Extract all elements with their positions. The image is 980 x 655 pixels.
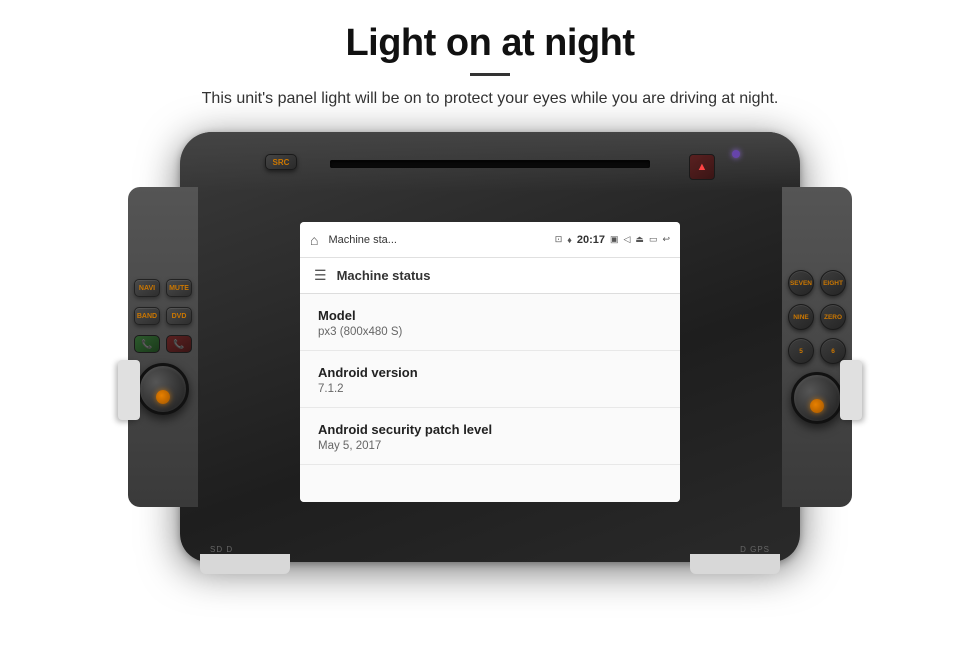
page-container: Light on at night This unit's panel ligh…	[0, 0, 980, 655]
message-icon: ⊡	[555, 234, 563, 245]
android-version-row: Android version 7.1.2	[300, 351, 680, 408]
eject-icon: ⏏	[635, 234, 644, 245]
android-version-value: 7.1.2	[318, 383, 662, 395]
phone-row: 📞 📞	[134, 335, 192, 353]
bracket-bottom-left	[200, 554, 290, 574]
back-icon[interactable]: ↩	[662, 234, 670, 245]
title-divider	[470, 73, 510, 76]
status-time: 20:17	[577, 234, 605, 246]
phone-hang-icon: 📞	[173, 339, 184, 350]
bottom-labels: SD D D GPS	[180, 545, 800, 554]
page-title: Light on at night	[345, 22, 634, 65]
app-header-title: Machine status	[337, 268, 431, 283]
seven-eight-row: SEVEN EIGHT	[788, 270, 846, 296]
statusbar-title: Machine sta...	[328, 234, 548, 246]
bottom-label-right: D GPS	[740, 545, 770, 554]
mute-button[interactable]: MUTE	[166, 279, 192, 297]
navi-button[interactable]: NAVI	[134, 279, 160, 297]
navi-mute-row: NAVI MUTE	[134, 279, 192, 297]
android-statusbar: ⌂ Machine sta... ⊡ ♦ 20:17 ▣ ◁ ⏏ ▭ ↩	[300, 222, 680, 258]
src-button[interactable]: SRC	[265, 154, 297, 170]
android-version-label: Android version	[318, 365, 662, 380]
android-content: Model px3 (800x480 S) Android version 7.…	[300, 294, 680, 502]
led-indicator	[732, 150, 740, 158]
zero-button[interactable]: ZERO	[820, 304, 846, 330]
left-panel: NAVI MUTE BAND DVD 📞 📞	[128, 187, 198, 507]
band-button[interactable]: BAND	[134, 307, 160, 325]
phone-answer-icon: 📞	[141, 339, 152, 350]
security-patch-value: May 5, 2017	[318, 440, 662, 452]
nine-button[interactable]: NINE	[788, 304, 814, 330]
screen-icon: ▭	[649, 234, 658, 245]
seven-button[interactable]: SEVEN	[788, 270, 814, 296]
home-icon[interactable]: ⌂	[310, 232, 318, 248]
phone-hang-button[interactable]: 📞	[166, 335, 192, 353]
bracket-right	[840, 360, 862, 420]
nine-zero-row: NINE ZERO	[788, 304, 846, 330]
bracket-left	[118, 360, 140, 420]
cd-slot	[330, 160, 650, 168]
location-icon: ♦	[567, 235, 572, 245]
model-label: Model	[318, 308, 662, 323]
dvd-button[interactable]: DVD	[166, 307, 192, 325]
bracket-bottom-right	[690, 554, 780, 574]
eight-button[interactable]: EIGHT	[820, 270, 846, 296]
model-row: Model px3 (800x480 S)	[300, 294, 680, 351]
bottom-label-left: SD D	[210, 545, 233, 554]
hamburger-icon[interactable]: ☰	[314, 267, 327, 284]
model-value: px3 (800x480 S)	[318, 326, 662, 338]
vol-icon: ◁	[624, 234, 631, 245]
page-subtitle: This unit's panel light will be on to pr…	[202, 90, 779, 108]
security-patch-label: Android security patch level	[318, 422, 662, 437]
camera-icon: ▣	[610, 234, 619, 245]
five-button[interactable]: 5	[788, 338, 814, 364]
triangle-icon: ▲	[697, 161, 708, 173]
right-knob[interactable]	[791, 372, 843, 424]
phone-answer-button[interactable]: 📞	[134, 335, 160, 353]
band-dvd-row: BAND DVD	[134, 307, 192, 325]
right-panel: SEVEN EIGHT NINE ZERO 5 6	[782, 187, 852, 507]
head-unit: SRC ▲ NAVI MUTE BAND DVD 📞 📞	[180, 132, 800, 562]
alarm-button[interactable]: ▲	[689, 154, 715, 180]
security-patch-row: Android security patch level May 5, 2017	[300, 408, 680, 465]
statusbar-icons: ⊡ ♦ 20:17 ▣ ◁ ⏏ ▭ ↩	[555, 234, 670, 246]
screen: ⌂ Machine sta... ⊡ ♦ 20:17 ▣ ◁ ⏏ ▭ ↩ ☰ M…	[300, 222, 680, 502]
android-app-header: ☰ Machine status	[300, 258, 680, 294]
left-knob[interactable]	[137, 363, 189, 415]
five-six-row: 5 6	[788, 338, 846, 364]
